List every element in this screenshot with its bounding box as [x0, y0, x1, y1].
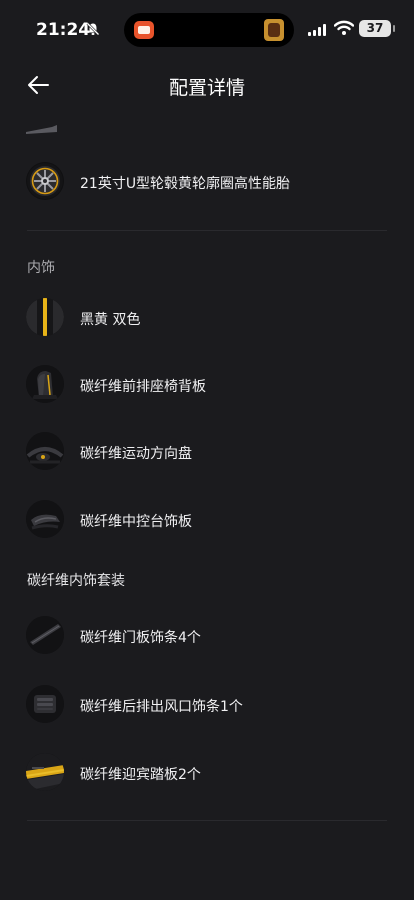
- item-label: 碳纤维后排出风口饰条1个: [80, 699, 243, 715]
- status-time: 21:24: [36, 20, 91, 40]
- config-item-rear-vent-trim: 碳纤维后排出风口饰条1个: [0, 681, 414, 729]
- item-label: 碳纤维前排座椅背板: [80, 379, 206, 395]
- calendar-app-icon: [134, 21, 154, 39]
- steering-wheel-thumbnail-icon: [26, 432, 64, 470]
- status-bar: 21:24 37: [0, 0, 414, 60]
- partial-item-thumbnail: [26, 125, 57, 134]
- battery-indicator: 37: [359, 20, 395, 37]
- door-trim-thumbnail-icon: [26, 616, 64, 654]
- console-trim-thumbnail-icon: [26, 500, 64, 538]
- rear-vent-thumbnail-icon: [26, 685, 64, 723]
- dynamic-island: [124, 13, 294, 47]
- config-item-sill-plate: 碳纤维迎宾踏板2个: [0, 749, 414, 797]
- config-item-door-trim: 碳纤维门板饰条4个: [0, 612, 414, 660]
- avatar-app-icon: [264, 19, 284, 41]
- bell-off-icon: [86, 22, 100, 36]
- divider: [27, 820, 387, 821]
- config-item-color: 黑黄 双色: [0, 294, 414, 342]
- section-title-carbon-package: 碳纤维内饰套装: [27, 573, 125, 589]
- page-title: 配置详情: [168, 77, 245, 99]
- wifi-icon: [334, 20, 354, 35]
- wheel-thumbnail-icon: [26, 162, 64, 200]
- item-label: 碳纤维门板饰条4个: [80, 630, 201, 646]
- config-item-steering-wheel: 碳纤维运动方向盘: [0, 428, 414, 476]
- seat-thumbnail-icon: [26, 365, 64, 403]
- item-label: 21英寸U型轮毂黄轮廓圈高性能胎: [80, 176, 291, 192]
- config-item-wheels: 21英寸U型轮毂黄轮廓圈高性能胎: [0, 158, 414, 206]
- item-label: 黑黄 双色: [80, 312, 141, 328]
- config-item-seat-back: 碳纤维前排座椅背板: [0, 361, 414, 409]
- sill-plate-thumbnail-icon: [26, 753, 64, 791]
- item-label: 碳纤维中控台饰板: [80, 514, 192, 530]
- item-label: 碳纤维迎宾踏板2个: [80, 767, 201, 783]
- color-swatch-icon: [26, 298, 64, 336]
- nav-bar: 配置详情: [0, 60, 414, 110]
- config-item-console-trim: 碳纤维中控台饰板: [0, 496, 414, 544]
- signal-icon: [308, 24, 328, 36]
- divider: [27, 230, 387, 231]
- item-label: 碳纤维运动方向盘: [80, 446, 192, 462]
- section-title-interior: 内饰: [27, 260, 55, 276]
